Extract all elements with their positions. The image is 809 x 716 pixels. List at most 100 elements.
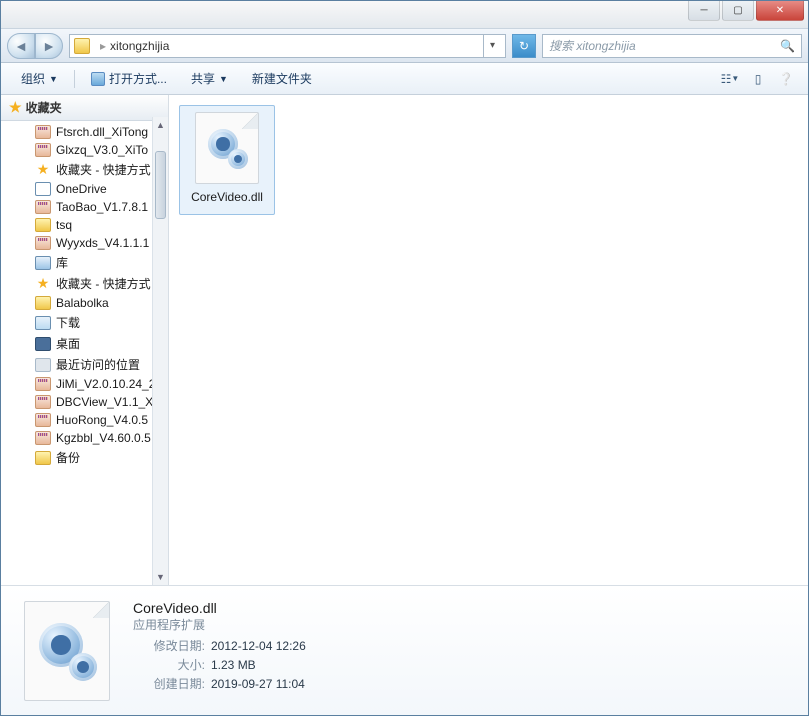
star-icon: ★	[35, 277, 51, 291]
details-label: 创建日期:	[133, 675, 205, 694]
sidebar-item-label: Wyyxds_V4.1.1.1	[56, 236, 149, 250]
archive-icon	[35, 143, 51, 157]
down-icon	[35, 316, 51, 330]
app-icon	[91, 72, 105, 86]
chevron-down-icon: ▼	[49, 74, 58, 84]
separator	[74, 70, 75, 88]
sidebar-item-label: 收藏夹 - 快捷方式	[56, 275, 151, 292]
chevron-down-icon: ▼	[219, 74, 228, 84]
sidebar-item[interactable]: Glxzq_V3.0_XiTo	[1, 141, 168, 159]
sidebar-item-label: 收藏夹 - 快捷方式	[56, 161, 151, 178]
scroll-thumb[interactable]	[155, 151, 166, 219]
sidebar-item[interactable]: HuoRong_V4.0.5	[1, 411, 168, 429]
archive-icon	[35, 395, 51, 409]
breadcrumb-segment[interactable]: xitongzhijia	[110, 39, 169, 53]
sidebar-item-label: 下载	[56, 314, 80, 331]
sidebar-tree: Ftsrch.dll_XiTong Glxzq_V3.0_XiTo ★ 收藏夹 - 快…	[1, 121, 168, 470]
address-bar[interactable]: ▸ xitongzhijia ▾	[69, 34, 506, 58]
sidebar-item[interactable]: 下载	[1, 312, 168, 333]
folder-icon	[74, 38, 90, 54]
sidebar-item[interactable]: DBCView_V1.1_X	[1, 393, 168, 411]
nav-bar: ◄ ► ▸ xitongzhijia ▾ ↻ 搜索 xitongzhijia 🔍	[1, 29, 808, 63]
sidebar-item[interactable]: Balabolka	[1, 294, 168, 312]
address-dropdown[interactable]: ▾	[483, 34, 501, 58]
sidebar-item-label: 桌面	[56, 335, 80, 352]
file-name: CoreVideo.dll	[191, 190, 263, 204]
forward-button[interactable]: ►	[35, 33, 63, 59]
details-row: 修改日期:2012-12-04 12:26	[133, 637, 306, 656]
sidebar-item[interactable]: Kgzbbl_V4.60.0.5	[1, 429, 168, 447]
details-info: CoreVideo.dll 应用程序扩展 修改日期:2012-12-04 12:…	[133, 596, 306, 705]
sidebar-item-label: Ftsrch.dll_XiTong	[56, 125, 148, 139]
lib-icon	[35, 256, 51, 270]
details-value: 2019-09-27 11:04	[211, 675, 305, 694]
details-thumbnail	[15, 596, 119, 706]
sidebar-item[interactable]: 最近访问的位置	[1, 354, 168, 375]
details-value: 1.23 MB	[211, 656, 256, 675]
search-placeholder: 搜索 xitongzhijia	[549, 37, 636, 54]
close-button[interactable]: ✕	[756, 1, 804, 21]
details-label: 大小:	[133, 656, 205, 675]
maximize-button[interactable]: ▢	[722, 1, 754, 21]
details-filename: CoreVideo.dll	[133, 600, 306, 616]
sidebar-item-label: 库	[56, 254, 68, 271]
sidebar-item-label: 备份	[56, 449, 80, 466]
cloud-icon	[35, 182, 51, 196]
sidebar-item[interactable]: 备份	[1, 447, 168, 468]
sidebar-item-label: Kgzbbl_V4.60.0.5	[56, 431, 151, 445]
archive-icon	[35, 200, 51, 214]
gear-icon	[69, 653, 97, 681]
sidebar-item[interactable]: JiMi_V2.0.10.24_2	[1, 375, 168, 393]
sidebar-scrollbar[interactable]: ▲ ▼	[152, 117, 168, 585]
sidebar-item-label: HuoRong_V4.0.5	[56, 413, 148, 427]
content-area: ★ 收藏夹 Ftsrch.dll_XiTong Glxzq_V3.0_XiTo ★ 收…	[1, 95, 808, 585]
open-with-button[interactable]: 打开方式...	[81, 67, 177, 90]
chevron-right-icon[interactable]: ▸	[100, 39, 106, 53]
archive-icon	[35, 413, 51, 427]
details-row: 大小: 1.23 MB	[133, 656, 306, 675]
sidebar-item[interactable]: tsq	[1, 216, 168, 234]
sidebar-item[interactable]: OneDrive	[1, 180, 168, 198]
details-row: 创建日期: 2019-09-27 11:04	[133, 675, 306, 694]
preview-pane-button[interactable]: ▯	[746, 68, 770, 90]
sidebar-item[interactable]: 桌面	[1, 333, 168, 354]
gear-icon	[228, 149, 248, 169]
organize-menu[interactable]: 组织 ▼	[11, 67, 68, 90]
folder-icon	[35, 218, 51, 232]
refresh-button[interactable]: ↻	[512, 34, 536, 58]
scroll-up-button[interactable]: ▲	[153, 117, 168, 133]
search-input[interactable]: 搜索 xitongzhijia 🔍	[542, 34, 802, 58]
minimize-button[interactable]: ─	[688, 1, 720, 21]
titlebar[interactable]: ─ ▢ ✕	[1, 1, 808, 29]
sidebar-item-label: Balabolka	[56, 296, 109, 310]
share-menu[interactable]: 共享 ▼	[181, 67, 238, 90]
sidebar-favorites-header[interactable]: ★ 收藏夹	[1, 95, 168, 121]
sidebar-item-label: tsq	[56, 218, 72, 232]
archive-icon	[35, 236, 51, 250]
sidebar: ★ 收藏夹 Ftsrch.dll_XiTong Glxzq_V3.0_XiTo ★ 收…	[1, 95, 169, 585]
sidebar-item[interactable]: ★ 收藏夹 - 快捷方式	[1, 273, 168, 294]
sidebar-item[interactable]: 库	[1, 252, 168, 273]
search-icon[interactable]: 🔍	[780, 39, 795, 53]
archive-icon	[35, 377, 51, 391]
toolbar: 组织 ▼ 打开方式... 共享 ▼ 新建文件夹 ☷ ▼ ▯ ❔	[1, 63, 808, 95]
sidebar-item[interactable]: Wyyxds_V4.1.1.1	[1, 234, 168, 252]
recent-icon	[35, 358, 51, 372]
sidebar-item[interactable]: TaoBao_V1.7.8.1	[1, 198, 168, 216]
scroll-down-button[interactable]: ▼	[153, 569, 168, 585]
file-item[interactable]: CoreVideo.dll	[179, 105, 275, 215]
star-icon: ★	[35, 163, 51, 177]
files-pane[interactable]: CoreVideo.dll	[169, 95, 808, 585]
details-value: 2012-12-04 12:26	[211, 637, 306, 656]
details-filetype: 应用程序扩展	[133, 616, 306, 633]
view-options-button[interactable]: ☷ ▼	[718, 68, 742, 90]
archive-icon	[35, 431, 51, 445]
desk-icon	[35, 337, 51, 351]
help-button[interactable]: ❔	[774, 68, 798, 90]
back-button[interactable]: ◄	[7, 33, 35, 59]
sidebar-item[interactable]: Ftsrch.dll_XiTong	[1, 123, 168, 141]
sidebar-item-label: 最近访问的位置	[56, 356, 140, 373]
sidebar-item-label: DBCView_V1.1_X	[56, 395, 153, 409]
new-folder-button[interactable]: 新建文件夹	[242, 67, 322, 90]
sidebar-item[interactable]: ★ 收藏夹 - 快捷方式	[1, 159, 168, 180]
